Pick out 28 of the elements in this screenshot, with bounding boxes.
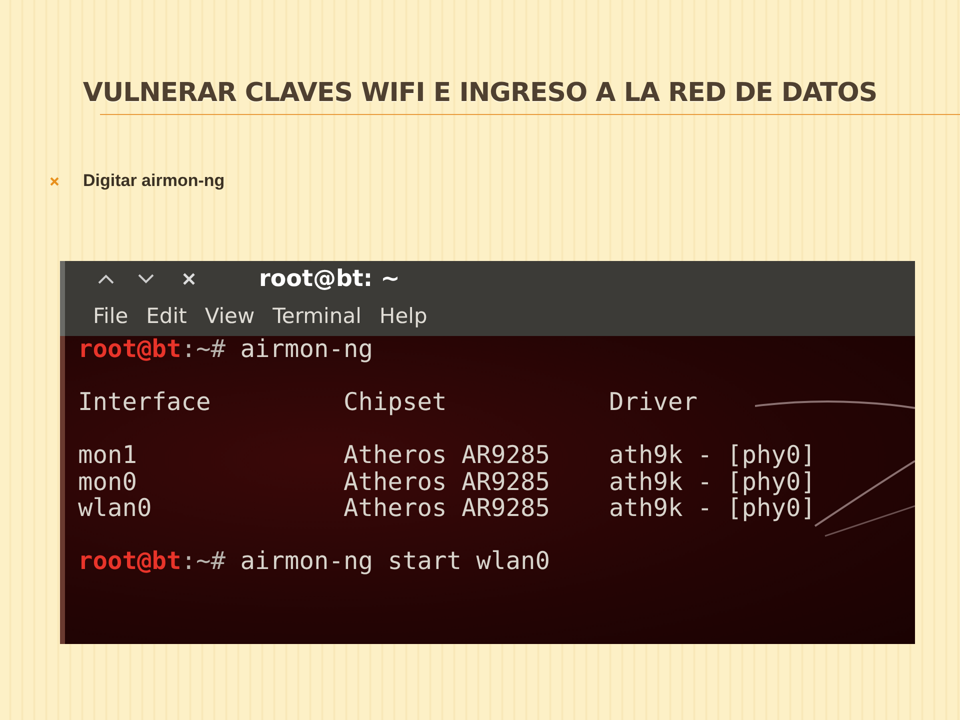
output-text: Driver (609, 389, 698, 416)
prompt-user: root@bt (78, 336, 182, 362)
command-text: airmon-ng (240, 336, 374, 362)
menu-item[interactable]: Terminal (272, 304, 362, 328)
bullet-text: Digitar airmon-ng (83, 171, 225, 191)
prompt-user: root@bt (78, 548, 182, 574)
menu-item[interactable]: Edit (146, 304, 187, 328)
window-title: root@bt: ~ (259, 266, 400, 292)
command-text: airmon-ng start wlan0 (240, 548, 550, 574)
output-text: ath9k - [phy0] (609, 468, 816, 495)
output-text: Atheros AR9285 (344, 442, 552, 468)
output-text: mon0 (78, 468, 138, 495)
output-text: wlan0 (78, 495, 153, 522)
prompt-path: :~# (181, 336, 226, 362)
output-text: Chipset (344, 389, 448, 416)
menu-item[interactable]: View (204, 304, 255, 328)
output-text: ath9k - [phy0] (609, 495, 816, 522)
menu-item[interactable]: Help (379, 304, 428, 328)
slide-title: VULNERAR CLAVES WIFI E INGRESO A LA RED DE DATOS (82, 78, 878, 108)
output-text: Interface (78, 389, 212, 416)
prompt-path: :~# (181, 548, 226, 574)
output-text: ath9k - [phy0] (609, 442, 816, 468)
output-text: Atheros AR9285 (344, 468, 552, 495)
close-icon[interactable] (181, 270, 197, 286)
cross-icon (50, 176, 59, 186)
menu-item[interactable]: File (93, 304, 128, 328)
output-text: Atheros AR9285 (344, 495, 552, 522)
output-text: mon1 (78, 442, 138, 468)
